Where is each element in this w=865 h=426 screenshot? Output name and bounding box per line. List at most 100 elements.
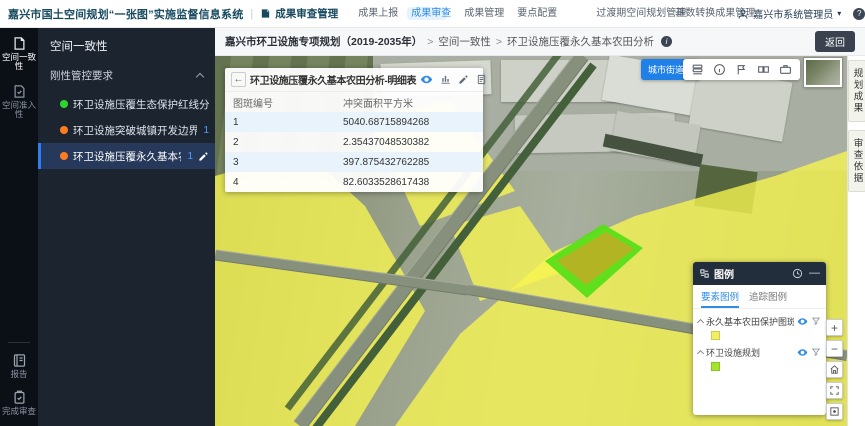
map-area: ← 环卫设施压覆永久基本农田分析-明细表: [215, 56, 865, 426]
table-row[interactable]: 1 5040.68715894268: [225, 112, 483, 132]
app-title: 嘉兴市国土空间规划“一张图”实施监督信息系统: [8, 6, 243, 22]
top-menu-item[interactable]: 成果审查: [407, 7, 447, 21]
tab-review-basis[interactable]: 审查依据: [848, 130, 865, 192]
legend-grid-icon: [699, 268, 710, 279]
top-menu-item[interactable]: 成果上报: [354, 7, 394, 21]
split-view-icon[interactable]: [757, 63, 770, 76]
collapse-panel-button[interactable]: ←: [231, 72, 246, 87]
detail-table-header: ← 环卫设施压覆永久基本农田分析-明细表: [225, 68, 483, 92]
map-canvas[interactable]: ← 环卫设施压覆永久基本农田分析-明细表: [215, 56, 847, 426]
zoom-out-button[interactable]: −: [826, 340, 843, 357]
rail-item-spatial-consistency[interactable]: 空间一致性: [2, 36, 36, 72]
minimize-icon[interactable]: —: [809, 268, 820, 279]
document-check-icon: [12, 84, 27, 99]
top-menu: 成果上报成果审查成果管理要点配置过渡期空间规划管理基数转换成果管理: [354, 7, 737, 21]
analysis-tree: 环卫设施压覆生态保护红线分析 环卫设施突破城镇开发边界分析 1 环卫设施压覆永久…: [38, 91, 215, 169]
analysis-tree-item[interactable]: 环卫设施突破城镇开发边界分析 1: [38, 117, 215, 143]
collapse-chevron-icon[interactable]: [697, 349, 704, 356]
legend-tabs: 要素图例 追踪图例: [693, 285, 826, 309]
zoom-in-button[interactable]: +: [826, 319, 843, 336]
breadcrumb-level2[interactable]: 环卫设施压覆永久基本农田分析: [507, 34, 654, 49]
table-row[interactable]: 4 82.6033528617438: [225, 172, 483, 192]
analysis-tree-item[interactable]: 环卫设施压覆生态保护红线分析: [38, 91, 215, 117]
fullscreen-button[interactable]: [826, 382, 843, 399]
tab-planning-results[interactable]: 规划成果: [848, 60, 865, 122]
layer-visibility-eye-icon[interactable]: [797, 347, 808, 358]
title-divider: |: [250, 8, 253, 20]
document-icon: [12, 36, 27, 51]
layers-icon[interactable]: [691, 63, 704, 76]
count-badge: 1: [203, 125, 209, 136]
detail-table-title: 环卫设施压覆永久基本农田分析-明细表: [250, 72, 416, 87]
right-tab-strip: 规划成果 审查依据: [847, 56, 865, 426]
legend-body: 永久基本农田保护图斑: [693, 309, 826, 415]
top-menu-item[interactable]: 成果管理: [460, 7, 500, 21]
module-icon: [260, 8, 271, 19]
edit-pencil-icon[interactable]: [198, 151, 209, 162]
info-circle-icon[interactable]: [713, 63, 726, 76]
report-book-icon: [12, 353, 27, 368]
chevron-down-icon: ▾: [837, 9, 841, 18]
main-panel: 嘉兴市环卫设施专项规划（2019-2035年） > 空间一致性 > 环卫设施压覆…: [215, 28, 865, 426]
rail-item-spatial-admittance[interactable]: 空间准入性: [2, 84, 36, 120]
topbar-right: 嘉兴市系统管理员 ▾ ? 系统文档: [737, 6, 865, 21]
system-docs-link[interactable]: ? 系统文档: [853, 6, 865, 21]
status-dot: [60, 152, 68, 160]
rail-divider: [8, 342, 30, 343]
layer-visibility-eye-icon[interactable]: [797, 316, 808, 327]
report-doc-icon[interactable]: [476, 74, 487, 85]
legend-item: 永久基本农田保护图斑: [698, 312, 821, 340]
breadcrumb-level1[interactable]: 空间一致性: [438, 34, 491, 49]
workspace: 空间一致性 空间准入性 报告 完成审查 空间一致性 刚性管控要求: [0, 28, 865, 426]
analysis-tree-item[interactable]: 环卫设施压覆永久基本农田分析 1: [38, 143, 215, 169]
detail-table-column-headers: 图斑编号 冲突面积平方米: [225, 92, 483, 112]
map-zoom-controls: + −: [826, 319, 843, 420]
user-menu[interactable]: 嘉兴市系统管理员 ▾: [737, 6, 841, 21]
top-menu-item[interactable]: 基数转换成果管理: [671, 7, 737, 21]
filter-funnel-icon[interactable]: [811, 347, 821, 357]
sidebar-group-header[interactable]: 刚性管控要求: [38, 62, 215, 89]
top-bar: 嘉兴市国土空间规划“一张图”实施监督信息系统 | 成果审查管理 成果上报成果审查…: [0, 0, 865, 28]
status-dot: [60, 100, 68, 108]
legend-swatch: [711, 362, 720, 371]
back-button[interactable]: 返回: [815, 31, 855, 52]
top-menu-item[interactable]: 过渡期空间规划管理: [592, 7, 658, 21]
map-toolbar: [683, 59, 800, 80]
basemap-thumbnail[interactable]: [804, 58, 842, 87]
top-menu-item[interactable]: 要点配置: [513, 7, 579, 21]
legend-title: 图例: [714, 266, 734, 281]
table-row[interactable]: 3 397.875432762285: [225, 152, 483, 172]
module-name: 成果审查管理: [260, 6, 338, 21]
clock-icon[interactable]: [792, 268, 803, 279]
breadcrumb: 嘉兴市环卫设施专项规划（2019-2035年） > 空间一致性 > 环卫设施压覆…: [215, 28, 865, 56]
detail-table-panel: ← 环卫设施压覆永久基本农田分析-明细表: [225, 68, 483, 192]
filter-funnel-icon[interactable]: [811, 316, 821, 326]
left-rail: 空间一致性 空间准入性 报告 完成审查: [0, 28, 38, 426]
extent-button[interactable]: [826, 403, 843, 420]
breadcrumb-separator: >: [496, 36, 502, 48]
legend-tab-feature[interactable]: 要素图例: [701, 289, 739, 308]
table-row[interactable]: 2 2.35437048530382: [225, 132, 483, 152]
clipboard-check-icon: [12, 390, 27, 405]
legend-item: 环卫设施规划: [698, 343, 821, 371]
collapse-chevron-icon[interactable]: [697, 318, 704, 325]
info-icon[interactable]: i: [661, 36, 672, 47]
rail-item-report[interactable]: 报告: [2, 353, 36, 379]
detail-table-actions: [420, 73, 487, 86]
toolbox-icon[interactable]: [779, 63, 792, 76]
sidebar-title: 空间一致性: [38, 28, 215, 62]
chart-icon[interactable]: [440, 74, 451, 85]
edit-pencil-icon[interactable]: [458, 74, 469, 85]
legend-tab-tracking[interactable]: 追踪图例: [749, 289, 787, 308]
breadcrumb-separator: >: [427, 36, 433, 48]
visibility-eye-icon[interactable]: [420, 73, 433, 86]
rail-item-finish-review[interactable]: 完成审查: [2, 390, 36, 416]
flag-icon[interactable]: [735, 63, 748, 76]
detail-table-body: 1 5040.68715894268 2 2.35437048530382 3 …: [225, 112, 483, 192]
home-extent-button[interactable]: [826, 361, 843, 378]
breadcrumb-root[interactable]: 嘉兴市环卫设施专项规划（2019-2035年）: [225, 34, 422, 49]
legend-panel: 图例 — 要素图例 追踪图例: [693, 262, 826, 415]
user-name: 嘉兴市系统管理员: [753, 6, 833, 21]
column-id: 图斑编号: [225, 95, 343, 110]
column-area: 冲突面积平方米: [343, 95, 483, 110]
